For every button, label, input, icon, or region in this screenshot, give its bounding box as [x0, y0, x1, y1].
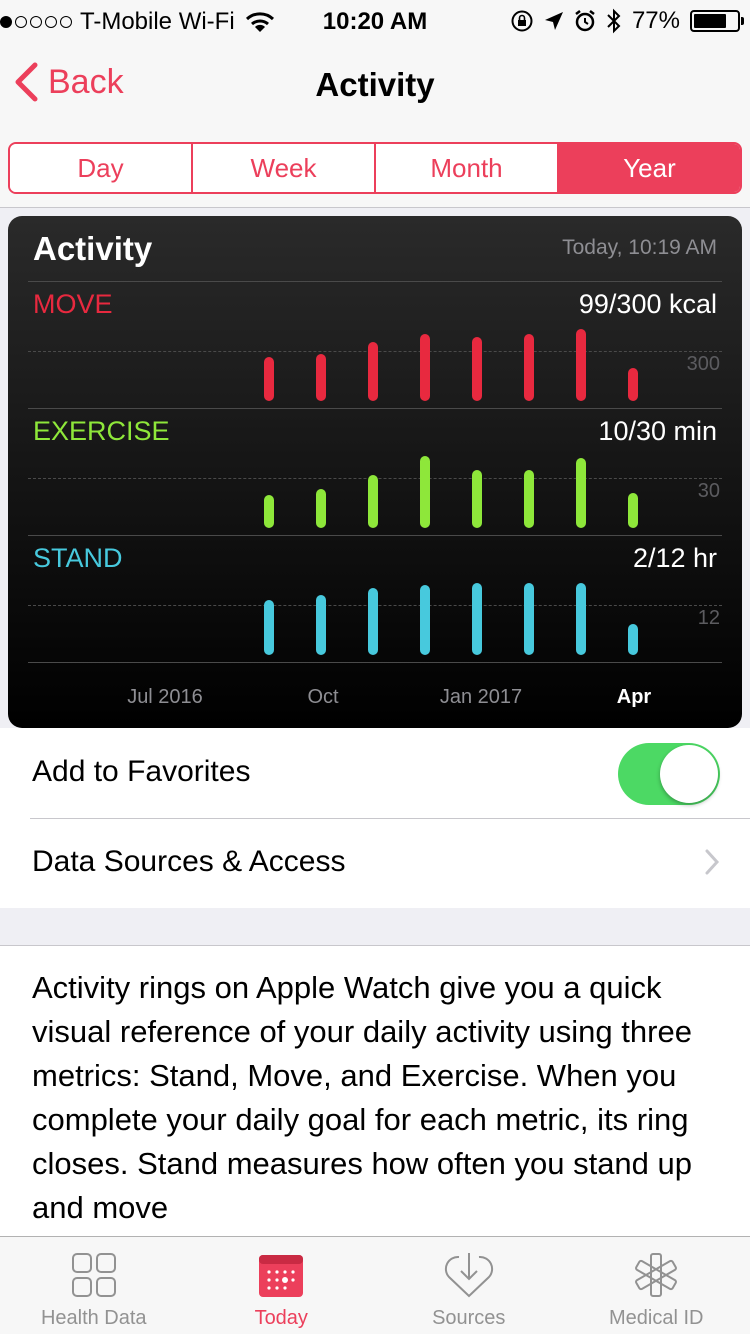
card-timestamp: Today, 10:19 AM: [562, 236, 717, 259]
x-tick-label: Apr: [616, 686, 652, 708]
page-title: Activity: [315, 66, 435, 103]
segment-day[interactable]: Day: [10, 144, 193, 192]
segment-week[interactable]: Week: [193, 144, 376, 192]
tab-health-data[interactable]: Health Data: [0, 1237, 188, 1334]
section-divider: [28, 535, 722, 536]
move-bar: [576, 329, 586, 401]
exercise-bar: [628, 493, 638, 528]
battery-percent: 77%: [631, 7, 680, 34]
rotation-lock-icon: [511, 10, 533, 32]
move-bar: [628, 367, 638, 401]
exercise-label: EXERCISE: [33, 416, 170, 446]
move-bar: [420, 334, 430, 401]
location-icon: [544, 12, 563, 30]
stand-goal-label: 12: [697, 607, 720, 629]
activity-description: Activity rings on Apple Watch give you a…: [0, 945, 750, 1237]
move-bar: [264, 356, 274, 401]
move-bar: [316, 353, 326, 401]
stand-value: 2/12 hr: [632, 543, 717, 573]
tab-bar: Health Data Today Sources Medical ID: [0, 1236, 750, 1334]
exercise-goal-label: 30: [697, 480, 720, 502]
settings-list: Add to Favorites Data Sources & Access: [0, 728, 750, 908]
period-selector: Day Week Month Year: [0, 128, 750, 208]
x-tick-label: Jan 2017: [439, 686, 523, 708]
stand-bar: [316, 595, 326, 655]
stand-bar: [420, 585, 430, 655]
move-value: 99/300 kcal: [578, 289, 717, 319]
favorites-row: Add to Favorites: [0, 728, 750, 818]
stand-bar: [264, 599, 274, 655]
activity-chart-card[interactable]: Activity Today, 10:19 AM MOVE 99/300 kcal…: [8, 216, 742, 728]
exercise-bar: [576, 458, 586, 528]
exercise-bar: [316, 488, 326, 528]
move-bar: [524, 334, 534, 401]
bluetooth-icon: [607, 8, 621, 34]
tab-sources[interactable]: Sources: [375, 1237, 563, 1334]
segment-year[interactable]: Year: [559, 144, 740, 192]
exercise-bar: [264, 495, 274, 528]
section-divider: [28, 408, 722, 409]
status-icons: 77%: [510, 7, 744, 35]
segmented-control: Day Week Month Year: [8, 142, 742, 194]
card-title: Activity: [33, 230, 153, 267]
battery-icon: [690, 10, 744, 32]
tab-label: Sources: [432, 1307, 506, 1329]
tab-label: Medical ID: [609, 1307, 704, 1329]
section-divider: [28, 281, 722, 282]
favorites-label: Add to Favorites: [32, 755, 251, 788]
tab-medical-id[interactable]: Medical ID: [563, 1237, 750, 1334]
move-bar: [368, 341, 378, 401]
move-bar: [472, 336, 482, 401]
stand-bar: [576, 583, 586, 655]
medical-star-icon: [635, 1253, 678, 1297]
tab-today[interactable]: Today: [188, 1237, 376, 1334]
navigation-bar: Back Activity: [0, 40, 750, 128]
x-tick-label: Jul 2016: [127, 686, 203, 708]
stand-bar: [524, 583, 534, 655]
segment-month[interactable]: Month: [376, 144, 559, 192]
move-goal-label: 300: [686, 353, 720, 375]
data-sources-row[interactable]: Data Sources & Access: [0, 818, 750, 908]
exercise-value: 10/30 min: [598, 416, 717, 446]
alarm-icon: [575, 10, 595, 32]
move-label: MOVE: [33, 289, 113, 319]
exercise-bar: [420, 456, 430, 528]
chart-axis-line: [28, 662, 722, 663]
exercise-bar: [368, 474, 378, 528]
data-sources-label: Data Sources & Access: [32, 845, 346, 878]
calendar-icon: [259, 1255, 304, 1297]
heart-download-icon: [444, 1253, 493, 1298]
stand-bar: [628, 623, 638, 655]
favorites-toggle[interactable]: [618, 743, 720, 805]
stand-bar: [368, 587, 378, 655]
status-bar: T-Mobile Wi-Fi 10:20 AM 77%: [0, 0, 750, 40]
stand-bar: [472, 583, 482, 655]
chevron-right-icon: [705, 849, 720, 875]
x-tick-label: Oct: [307, 686, 339, 708]
tab-label: Today: [254, 1307, 308, 1329]
exercise-bar: [524, 469, 534, 528]
exercise-bar: [472, 469, 482, 528]
stand-label: STAND: [33, 543, 123, 573]
grid-icon: [71, 1253, 116, 1297]
tab-label: Health Data: [40, 1307, 147, 1329]
